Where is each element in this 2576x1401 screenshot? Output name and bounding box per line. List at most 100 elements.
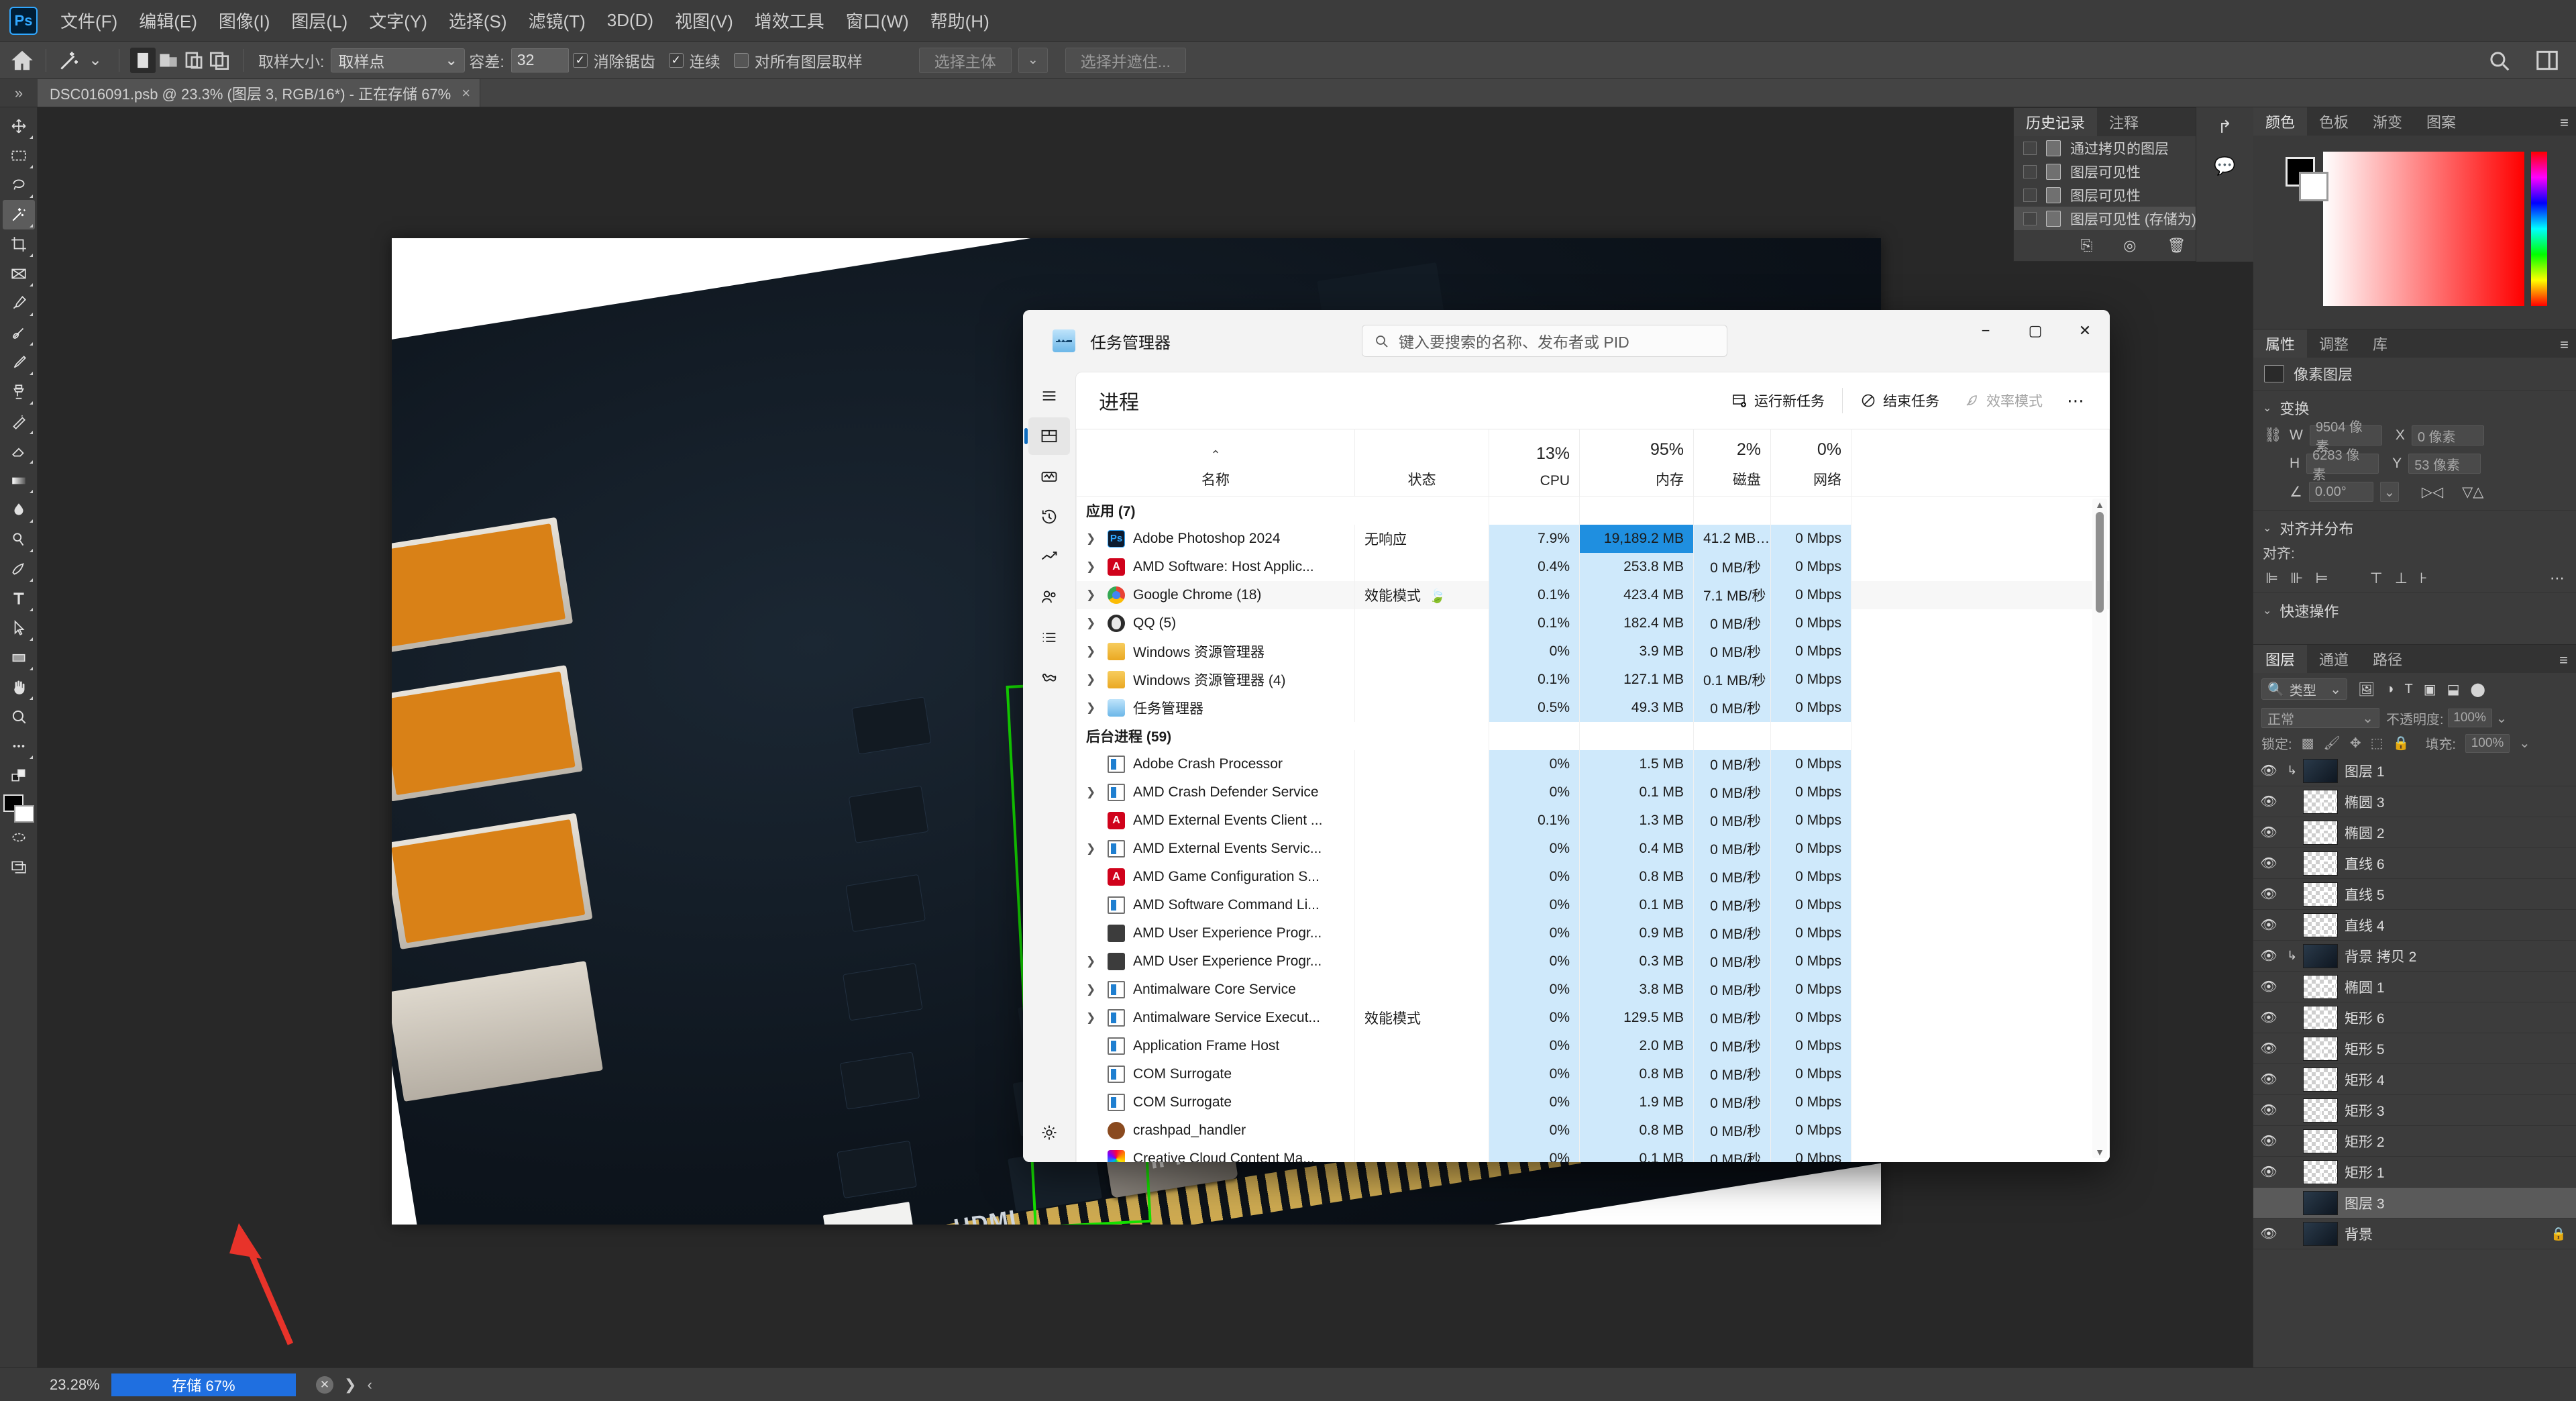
layer-thumbnail[interactable] (2303, 1068, 2338, 1092)
sidebar-item-details[interactable] (1028, 619, 1070, 656)
screen-mode-icon[interactable] (3, 852, 35, 882)
gradient-tool[interactable] (3, 466, 35, 495)
table-row[interactable]: ❯Adobe Crash Processor0%1.5 MB0 MB/秒0 Mb… (1077, 750, 2110, 778)
table-row[interactable]: ❯Creative Cloud Content Ma...0%0.1 MB0 M… (1077, 1145, 2110, 1163)
eraser-tool[interactable] (3, 436, 35, 466)
zoom-level[interactable]: 23.28% (38, 1376, 111, 1394)
expand-chevron-icon[interactable]: ❯ (1086, 701, 1099, 715)
layer-thumbnail[interactable] (2303, 975, 2338, 999)
panel-menu-icon[interactable]: ≡ (2560, 336, 2569, 354)
notes-collapsed-icon[interactable]: 💬 (2196, 146, 2253, 185)
table-row[interactable]: ❯Application Frame Host0%2.0 MB0 MB/秒0 M… (1077, 1032, 2110, 1060)
menu-layer[interactable]: 图层(L) (280, 4, 358, 37)
tab-libraries[interactable]: 库 (2361, 329, 2400, 358)
table-row[interactable]: ❯任务管理器0.5%49.3 MB0 MB/秒0 Mbps (1077, 694, 2110, 722)
scroll-up-icon[interactable]: ▲ (2092, 499, 2107, 511)
new-snapshot-icon[interactable]: ◎ (2123, 237, 2136, 254)
layer-row[interactable]: 👁矩形 4 (2253, 1064, 2576, 1095)
layer-row[interactable]: 👁背景🔒 (2253, 1218, 2576, 1249)
more-options-icon[interactable]: ⋯ (2055, 391, 2098, 411)
tab-history[interactable]: 历史记录 (2014, 108, 2097, 136)
blur-tool[interactable] (3, 495, 35, 525)
menu-file[interactable]: 文件(F) (50, 4, 128, 37)
menu-edit[interactable]: 编辑(E) (128, 4, 208, 37)
dodge-tool[interactable] (3, 525, 35, 554)
column-header-network[interactable]: 0% 网络 (1771, 429, 1851, 497)
angle-input[interactable]: 0.00° (2309, 482, 2373, 502)
align-bottom-icon[interactable]: ⊦ (2420, 570, 2427, 587)
contiguous-checkbox[interactable]: ✓ 连续 (669, 49, 720, 72)
process-table-scroll-area[interactable]: ⌃ 名称 状态 13% CPU 95% (1076, 429, 2110, 1162)
align-right-icon[interactable]: ⊨ (2315, 570, 2328, 587)
shape-tool[interactable] (3, 643, 35, 672)
column-header-name[interactable]: ⌃ 名称 (1077, 429, 1355, 497)
lock-image-pixels-icon[interactable]: 🖌 (2323, 735, 2340, 751)
document-tab[interactable]: DSC016091.psb @ 23.3% (图层 3, RGB/16*) - … (38, 79, 480, 107)
tab-patterns[interactable]: 图案 (2414, 107, 2468, 136)
sidebar-item-processes[interactable] (1028, 417, 1070, 455)
layer-row[interactable]: 👁椭圆 3 (2253, 786, 2576, 817)
filter-adjustment-layers-icon[interactable]: ◑ (2385, 682, 2394, 697)
layer-thumbnail[interactable] (2303, 1191, 2338, 1215)
column-header-status[interactable]: 状态 (1355, 429, 1489, 497)
table-row[interactable]: ❯AMD Software Command Li...0%0.1 MB0 MB/… (1077, 891, 2110, 919)
tab-properties[interactable]: 属性 (2253, 329, 2307, 358)
sample-size-select[interactable]: 取样点 ⌄ (331, 48, 465, 72)
align-more-icon[interactable]: ⋯ (2550, 570, 2565, 587)
layer-visibility-toggle[interactable]: 👁 (2257, 1040, 2280, 1057)
home-icon[interactable] (9, 48, 35, 73)
layer-row[interactable]: 👁直线 6 (2253, 848, 2576, 879)
expand-chevron-icon[interactable]: ❯ (1086, 786, 1099, 799)
lock-artboard-nesting-icon[interactable]: ⬚ (2371, 735, 2383, 751)
y-input[interactable]: 53 像素 (2408, 454, 2481, 474)
marquee-tool[interactable] (3, 141, 35, 170)
expand-chevron-icon[interactable]: ❯ (1086, 645, 1099, 658)
selection-intersect-icon[interactable] (207, 48, 232, 73)
table-row[interactable]: ❯Antimalware Core Service0%3.8 MB0 MB/秒0… (1077, 976, 2110, 1004)
width-input[interactable]: 9504 像素 (2310, 425, 2382, 446)
menu-plugins[interactable]: 增效工具 (744, 4, 835, 37)
table-row[interactable]: ❯AMD Crash Defender Service0%0.1 MB0 MB/… (1077, 778, 2110, 807)
expand-chevron-icon[interactable]: ❯ (1086, 955, 1099, 968)
crop-tool[interactable] (3, 229, 35, 259)
filter-shape-layers-icon[interactable]: ▣ (2424, 681, 2436, 698)
magic-wand-tool[interactable] (3, 200, 35, 229)
expand-chevron-icon[interactable]: ❯ (1086, 842, 1099, 855)
select-subject-dropdown[interactable]: ⌄ (1018, 48, 1048, 73)
layer-row[interactable]: 👁直线 5 (2253, 879, 2576, 910)
task-manager-title-bar[interactable]: 任务管理器 键入要搜索的名称、发布者或 PID − ▢ ✕ (1023, 310, 2110, 372)
align-center-vertical-icon[interactable]: ⊥ (2395, 570, 2408, 587)
menu-type[interactable]: 文字(Y) (358, 4, 438, 37)
layer-thumbnail[interactable] (2303, 759, 2338, 783)
frame-tool[interactable] (3, 259, 35, 289)
tab-overflow-icon[interactable]: » (0, 79, 38, 107)
layer-visibility-toggle[interactable]: 👁 (2257, 917, 2280, 933)
close-button[interactable]: ✕ (2060, 310, 2110, 352)
layer-thumbnail[interactable] (2303, 1098, 2338, 1123)
workspace-switcher-icon[interactable] (2534, 48, 2560, 73)
eyedropper-tool[interactable] (3, 289, 35, 318)
column-header-disk[interactable]: 2% 磁盘 (1694, 429, 1771, 497)
menu-icon[interactable] (1028, 377, 1070, 415)
filter-type-layers-icon[interactable]: T (2404, 682, 2412, 697)
panel-menu-icon[interactable]: ≡ (2560, 114, 2569, 132)
expand-chevron-icon[interactable]: ❯ (1086, 532, 1099, 546)
sidebar-item-performance[interactable] (1028, 458, 1070, 495)
tab-channels[interactable]: 通道 (2307, 645, 2361, 673)
table-row[interactable]: ❯Windows 资源管理器 (4)0.1%127.1 MB0.1 MB/秒0 … (1077, 666, 2110, 694)
table-row[interactable]: ❯crashpad_handler0%0.8 MB0 MB/秒0 Mbps (1077, 1117, 2110, 1145)
menu-window[interactable]: 窗口(W) (835, 4, 920, 37)
layer-visibility-toggle[interactable]: 👁 (2257, 886, 2280, 902)
layer-visibility-toggle[interactable]: 👁 (2257, 1225, 2280, 1242)
menu-help[interactable]: 帮助(H) (920, 4, 1000, 37)
table-row[interactable]: ❯COM Surrogate0%1.9 MB0 MB/秒0 Mbps (1077, 1088, 2110, 1117)
layer-visibility-toggle[interactable]: 👁 (2257, 1133, 2280, 1149)
tab-color[interactable]: 颜色 (2253, 107, 2307, 136)
antialias-checkbox[interactable]: ✓ 消除锯齿 (573, 49, 655, 72)
layer-row[interactable]: 👁椭圆 1 (2253, 972, 2576, 1002)
column-header-cpu[interactable]: 13% CPU (1489, 429, 1580, 497)
align-section-title[interactable]: ⌄ 对齐并分布 (2253, 510, 2576, 541)
history-snapshot-box[interactable] (2023, 212, 2037, 225)
select-subject-button[interactable]: 选择主体 (919, 48, 1012, 73)
process-group-header[interactable]: 应用 (7) (1077, 497, 2110, 525)
